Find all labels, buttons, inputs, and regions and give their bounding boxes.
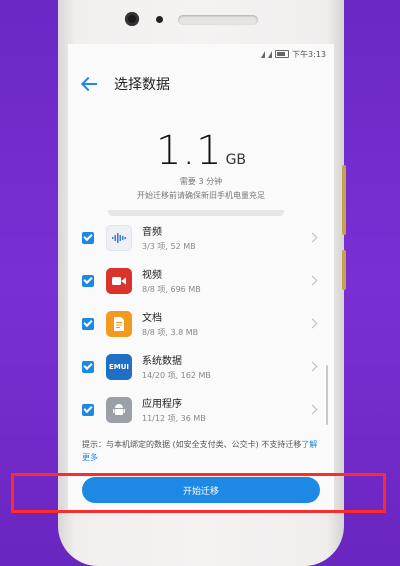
chevron-right-icon: [307, 404, 318, 415]
item-detail: 8/8 项, 3.8 MB: [142, 328, 199, 337]
checkbox-apps[interactable]: [82, 403, 94, 416]
chevron-right-icon: [307, 275, 318, 286]
back-arrow-icon[interactable]: [82, 76, 98, 92]
data-size-unit: GB: [225, 152, 247, 168]
chevron-right-icon: [307, 361, 318, 372]
page-title: 选择数据: [114, 77, 170, 93]
item-name: 应用程序: [142, 399, 182, 410]
earpiece-speaker: [178, 15, 258, 25]
chevron-right-icon: [307, 232, 318, 243]
list-item-documents[interactable]: 文档 8/8 项, 3.8 MB: [68, 302, 334, 345]
front-camera: [125, 12, 139, 26]
item-name: 文档: [142, 313, 162, 324]
checkbox-audio[interactable]: [82, 231, 94, 244]
scrollbar[interactable]: [326, 365, 328, 425]
item-name: 音频: [142, 227, 162, 238]
transfer-summary: 1.1 GB 需要 3 分钟 开始迁移前请确保新旧手机电量充足: [68, 128, 334, 201]
phone-screen: 下午3:13 选择数据 1.1 GB 需要 3 分钟 开始迁移前请确保新旧手机电…: [68, 44, 334, 514]
emui-icon: EMUI: [106, 353, 132, 380]
list-item-video[interactable]: 视频 8/8 项, 696 MB: [68, 259, 334, 302]
data-list: 音频 3/3 项, 52 MB 视频 8/8 项, 696 MB 文档 8/8 …: [68, 210, 334, 436]
time-needed: 需要 3 分钟: [179, 177, 223, 186]
list-item-apps[interactable]: 应用程序 11/12 项, 36 MB: [68, 388, 334, 431]
sensor: [156, 16, 163, 23]
item-detail: 14/20 项, 162 MB: [142, 371, 211, 380]
status-bar: 下午3:13: [68, 44, 334, 64]
notice-text: 提示：与本机绑定的数据 (如安全支付类、公交卡) 不支持迁移了解更多: [82, 438, 318, 464]
data-size-value: 1.1: [155, 128, 223, 174]
list-item-system-data[interactable]: EMUI 系统数据 14/20 项, 162 MB: [68, 345, 334, 388]
chevron-right-icon: [307, 318, 318, 329]
item-detail: 3/3 项, 52 MB: [142, 242, 196, 251]
item-name: 视频: [142, 270, 162, 281]
battery-icon: [275, 50, 290, 58]
status-time: 下午3:13: [292, 49, 326, 59]
signal-icon: [261, 50, 266, 58]
battery-hint: 开始迁移前请确保新旧手机电量充足: [137, 191, 265, 200]
document-icon: [106, 310, 132, 337]
checkbox-video[interactable]: [82, 274, 94, 287]
video-icon: [106, 267, 132, 294]
item-detail: 8/8 项, 696 MB: [142, 285, 201, 294]
checkbox-documents[interactable]: [82, 317, 94, 330]
signal-icon-2: [268, 50, 273, 58]
checkbox-system-data[interactable]: [82, 360, 94, 373]
highlight-box: [11, 473, 386, 513]
app-bar: 选择数据: [68, 64, 334, 104]
android-icon: [106, 396, 132, 423]
item-name: 系统数据: [142, 356, 182, 367]
audio-icon: [106, 224, 132, 251]
volume-button: [342, 165, 346, 235]
list-item-audio[interactable]: 音频 3/3 项, 52 MB: [68, 216, 334, 259]
power-button: [342, 250, 346, 290]
notice-body: 提示：与本机绑定的数据 (如安全支付类、公交卡) 不支持迁移: [82, 440, 302, 449]
item-detail: 11/12 项, 36 MB: [142, 414, 206, 423]
